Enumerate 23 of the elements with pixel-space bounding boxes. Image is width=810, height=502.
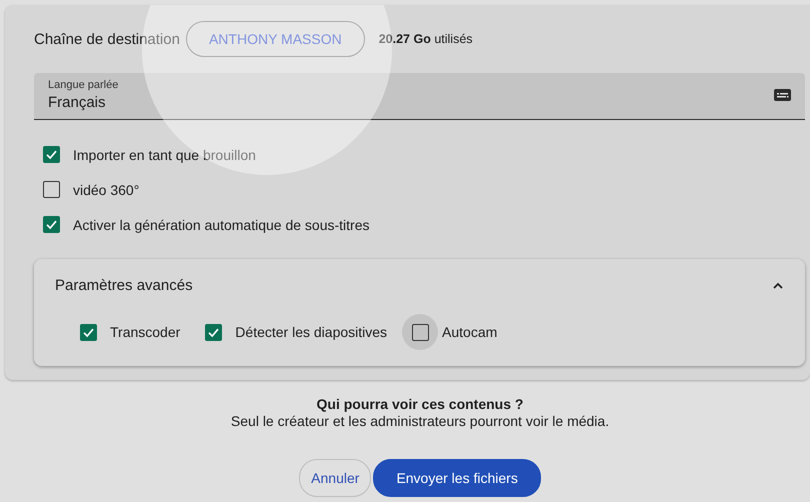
send-button[interactable]: Envoyer les fichiers [373,459,541,497]
checkbox[interactable] [43,146,60,163]
check-icon [45,218,58,231]
destination-label: Chaîne de destination [34,30,180,48]
checkbox[interactable] [412,324,429,340]
visibility-title: Qui pourra voir ces contenus ? [316,396,524,412]
language-field[interactable]: Langue parlée Français [34,73,805,120]
checkbox-label: Importer en tant que brouillon [73,146,256,162]
storage-usage: 20.27 Go utilisés [378,32,473,46]
checkbox-label: Activer la génération automatique de sous-titres [73,216,370,232]
check-icon [45,148,58,161]
cancel-button[interactable]: Annuler [299,459,372,497]
keyboard-icon[interactable] [774,89,791,101]
checkbox-label: Détecter les diapositives [235,324,388,340]
checkbox-label: Autocam [442,324,498,340]
visibility-text: Seul le créateur et les administrateurs pourront voir le média. [230,413,610,429]
advanced-settings-title: Paramètres avancés [55,277,193,294]
checkbox[interactable] [204,324,222,340]
checkbox-label: vidéo 360° [73,182,140,198]
checkbox[interactable] [80,324,96,340]
checkbox-label: Transcoder [110,324,180,340]
checkbox[interactable] [43,181,60,198]
checkbox[interactable] [43,216,60,233]
